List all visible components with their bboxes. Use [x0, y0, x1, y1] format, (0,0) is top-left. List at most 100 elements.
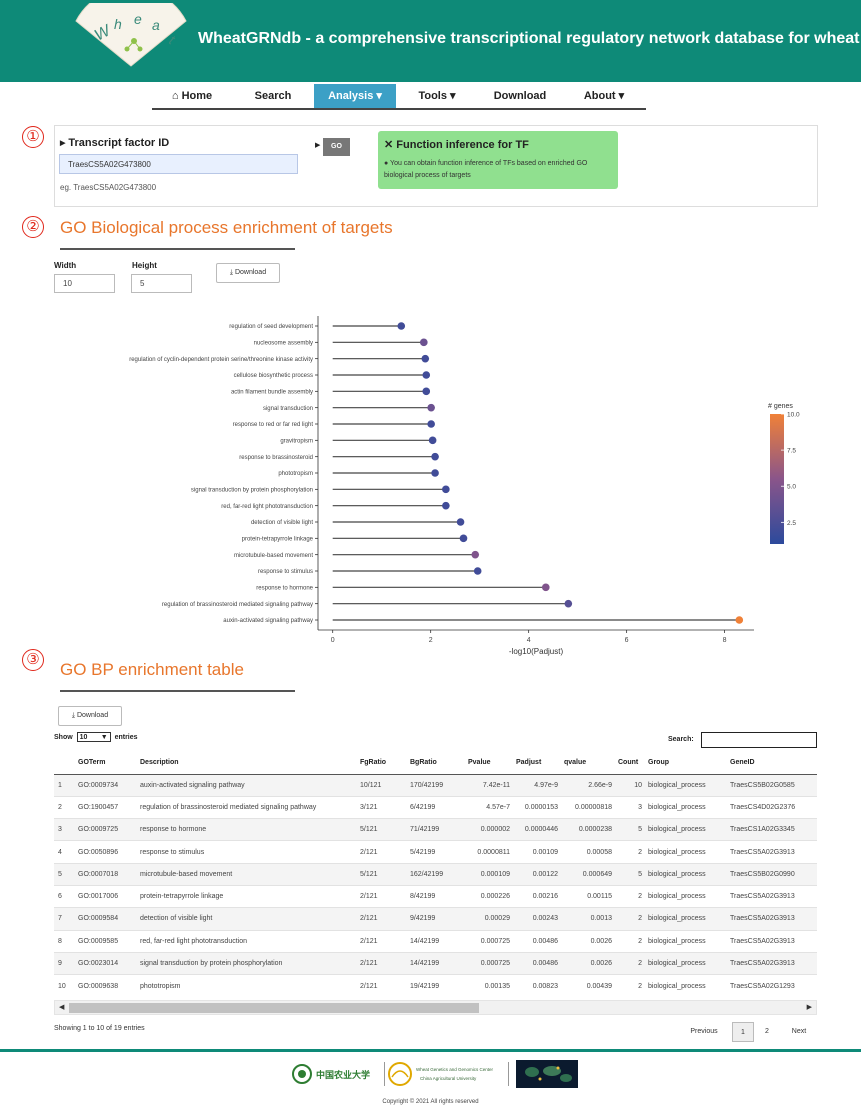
width-input[interactable]	[54, 274, 115, 293]
column-header-pvalue[interactable]: Pvalue	[468, 752, 516, 775]
world-map-logo[interactable]	[516, 1060, 578, 1088]
section-rule	[60, 690, 295, 692]
table-row[interactable]: 7 GO:0009584 detection of visible light 2/1…	[54, 907, 817, 931]
table-row[interactable]: 10 GO:0009638 phototropism 2/121 19/42199 0.0…	[54, 974, 817, 997]
table-cell: 2/121	[360, 840, 410, 864]
wggc-logo-subtext: China Agricultural University	[420, 1076, 477, 1081]
table-row[interactable]: 8 GO:0009585 red, far-red light phototrans…	[54, 929, 817, 953]
table-row[interactable]: 6 GO:0017006 protein-tetrapyrrole linkage 2…	[54, 884, 817, 908]
table-cell: 4.97e-9	[516, 773, 564, 797]
column-header-qvalue[interactable]: qvalue	[564, 752, 618, 775]
horizontal-scrollbar[interactable]: ◀ ▶	[54, 1000, 817, 1015]
scrollbar-thumb[interactable]	[69, 1003, 479, 1013]
show-entries: Show 10 ▼ entries	[54, 732, 138, 742]
entries-select[interactable]: 10 ▼	[76, 732, 111, 742]
pager-previous[interactable]: Previous	[684, 1022, 724, 1042]
table-cell: 5/121	[360, 818, 410, 841]
cau-logo-text: 中国农业大学	[316, 1069, 370, 1080]
table-cell: 0.0013	[564, 907, 618, 931]
x-tick-label: 0	[331, 637, 335, 644]
caret-down-icon: ▾	[373, 90, 382, 102]
table-cell: 162/42199	[410, 862, 468, 886]
column-header-padjust[interactable]: Padjust	[516, 752, 564, 775]
copyright: Copyright © 2021 All rights reserved	[382, 1099, 479, 1105]
lollipop-point	[422, 371, 431, 379]
column-header-fgratio[interactable]: FgRatio	[360, 752, 410, 775]
table-search-input[interactable]	[701, 732, 817, 748]
y-tick-label: response to stimulus	[258, 569, 313, 575]
function-inference-desc: ● You can obtain function inference of T…	[384, 158, 616, 182]
wggc-logo-text: Wheat Genetics and Genomics Center	[416, 1067, 494, 1072]
x-axis-title: -log10(Padjust)	[509, 647, 564, 656]
table-row[interactable]: 2 GO:1900457 regulation of brassinosteroid…	[54, 795, 817, 819]
table-cell: 2	[618, 907, 648, 931]
table-cell: 3/121	[360, 795, 410, 819]
y-tick-label: signal transduction	[263, 406, 313, 412]
nav-tools[interactable]: Tools ▾	[396, 84, 478, 108]
logo-letter: a	[152, 17, 160, 33]
table-cell: 0.00029	[468, 907, 516, 931]
table-cell: 10/121	[360, 773, 410, 797]
legend-title: # genes	[768, 403, 793, 410]
go-button[interactable]: GO	[323, 138, 350, 156]
section-title-go-table: GO BP enrichment table	[60, 660, 244, 679]
plot-download-button[interactable]: ⤓ Download	[216, 263, 280, 283]
table-row[interactable]: 4 GO:0050896 response to stimulus 2/121 5/42…	[54, 840, 817, 864]
column-header-goterm[interactable]: GOTerm	[78, 752, 140, 775]
pager-next[interactable]: Next	[784, 1022, 814, 1042]
nav-home[interactable]: ⌂ Home	[152, 84, 232, 108]
site-header: W h e a t WheatGRNdb - a comprehensive t…	[0, 0, 861, 82]
height-label: Height	[132, 261, 157, 270]
column-header-description[interactable]: Description	[140, 752, 360, 775]
section-title-go-bp: GO Biological process enrichment of targ…	[60, 218, 393, 237]
table-cell: GO:0017006	[78, 884, 140, 908]
table-cell: biological_process	[648, 840, 730, 864]
table-row[interactable]: 3 GO:0009725 response to hormone 5/121 71/42…	[54, 818, 817, 841]
table-cell: 0.000002	[468, 818, 516, 841]
table-cell: detection of visible light	[140, 907, 360, 931]
scroll-left-icon[interactable]: ◀	[59, 1003, 64, 1011]
home-icon: ⌂	[171, 90, 182, 102]
lollipop-point	[431, 469, 439, 477]
table-cell: response to hormone	[140, 818, 360, 841]
table-row[interactable]: 5 GO:0007018 microtubule-based movement 5/1…	[54, 862, 817, 886]
scroll-right-icon[interactable]: ▶	[807, 1003, 812, 1011]
height-input[interactable]	[131, 274, 192, 293]
table-cell: biological_process	[648, 929, 730, 953]
column-header-count[interactable]: Count	[618, 752, 648, 775]
pager-page-2[interactable]: 2	[758, 1022, 776, 1042]
cau-logo[interactable]: 中国农业大学	[292, 1064, 370, 1084]
column-header-index[interactable]	[54, 752, 78, 775]
table-row[interactable]: 1 GO:0009734 auxin-activated signaling pat…	[54, 773, 817, 797]
legend-tick-label: 7.5	[787, 448, 796, 455]
wheatgrndb-logo[interactable]: W h e a t	[72, 3, 190, 67]
tf-id-input[interactable]	[59, 154, 298, 174]
tools-icon: ✕	[384, 139, 397, 151]
y-tick-label: nucleosome assembly	[254, 341, 313, 347]
nav-analysis[interactable]: Analysis ▾	[314, 84, 396, 108]
nav-search[interactable]: Search	[232, 84, 314, 108]
chart-axes: 0 2 4 6 8 -log10(Padjust) regulation of seed d…	[129, 316, 754, 656]
pager-page-1[interactable]: 1	[732, 1022, 754, 1042]
column-header-group[interactable]: Group	[648, 752, 730, 775]
nav-about[interactable]: About ▾	[562, 84, 646, 108]
table-cell: 2/121	[360, 929, 410, 953]
logo-letter: e	[134, 11, 142, 27]
table-download-button[interactable]: ⤓ Download	[58, 706, 122, 726]
table-cell: 6	[54, 884, 78, 908]
y-tick-label: regulation of cyclin-dependent protein s…	[129, 357, 313, 363]
section-marker-3: ③	[22, 649, 44, 671]
table-row[interactable]: 9 GO:0023014 signal transduction by protei…	[54, 951, 817, 975]
table-cell: GO:0009725	[78, 818, 140, 841]
table-cell: biological_process	[648, 818, 730, 841]
section-marker-1: ①	[22, 126, 44, 148]
lollipop-point	[431, 452, 439, 461]
table-cell: GO:1900457	[78, 795, 140, 819]
table-cell: 5	[54, 862, 78, 886]
table-cell: microtubule-based movement	[140, 862, 360, 886]
column-header-bgratio[interactable]: BgRatio	[410, 752, 468, 775]
x-tick-label: 8	[723, 637, 727, 644]
wggc-logo[interactable]: Wheat Genetics and Genomics Center China…	[388, 1062, 494, 1086]
nav-download[interactable]: Download	[478, 84, 562, 108]
column-header-geneid[interactable]: GeneID	[730, 752, 817, 775]
